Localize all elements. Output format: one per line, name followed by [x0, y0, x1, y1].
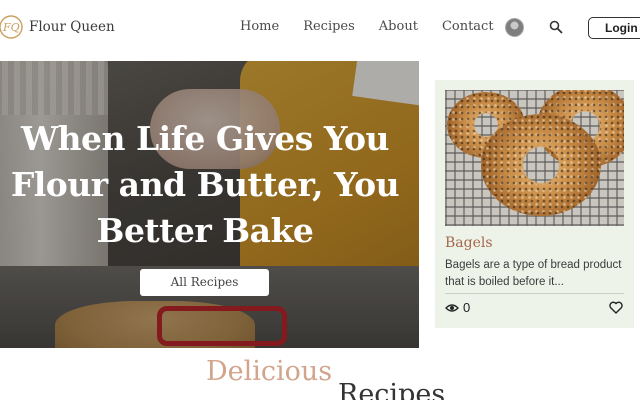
section-heading-recipes: Recipes	[338, 379, 446, 400]
hero-banner: When Life Gives You Flour and Butter, Yo…	[0, 61, 419, 348]
nav-recipes[interactable]: Recipes	[303, 19, 355, 34]
recipe-description: Bagels are a type of bread product that …	[445, 259, 622, 288]
site-header: FQ Flour Queen Home Recipes About Contac…	[0, 0, 640, 58]
heart-icon[interactable]	[609, 301, 623, 314]
hero-title: When Life Gives You Flour and Butter, Yo…	[0, 116, 410, 254]
nav-contact[interactable]: Contact	[442, 19, 494, 34]
brand-name: Flour Queen	[29, 19, 115, 35]
card-divider	[445, 293, 624, 294]
svg-text:FQ: FQ	[2, 21, 20, 34]
login-button[interactable]: Login	[588, 17, 640, 39]
hero-title-line-3: Better Bake	[96, 211, 314, 250]
recipe-image[interactable]	[445, 90, 624, 226]
main-nav: Home Recipes About Contact	[240, 19, 518, 34]
recipe-card[interactable]: Bagels Bagels are a type of bread produc…	[435, 80, 634, 328]
section-heading-delicious: Delicious	[206, 356, 333, 387]
recipe-title[interactable]: Bagels	[445, 235, 493, 251]
eye-icon	[445, 304, 459, 312]
all-recipes-button[interactable]: All Recipes	[140, 269, 269, 296]
nav-about[interactable]: About	[379, 19, 418, 34]
nav-home[interactable]: Home	[240, 19, 279, 34]
view-count: 0	[463, 300, 471, 315]
brand-logo[interactable]: FQ Flour Queen	[0, 9, 115, 45]
avatar[interactable]	[505, 18, 524, 37]
hero-title-line-2: Flour and Butter, You	[10, 165, 400, 204]
logo-icon: FQ	[0, 15, 23, 39]
search-icon[interactable]	[549, 20, 563, 34]
hero-title-line-1: When Life Gives You	[20, 119, 390, 158]
